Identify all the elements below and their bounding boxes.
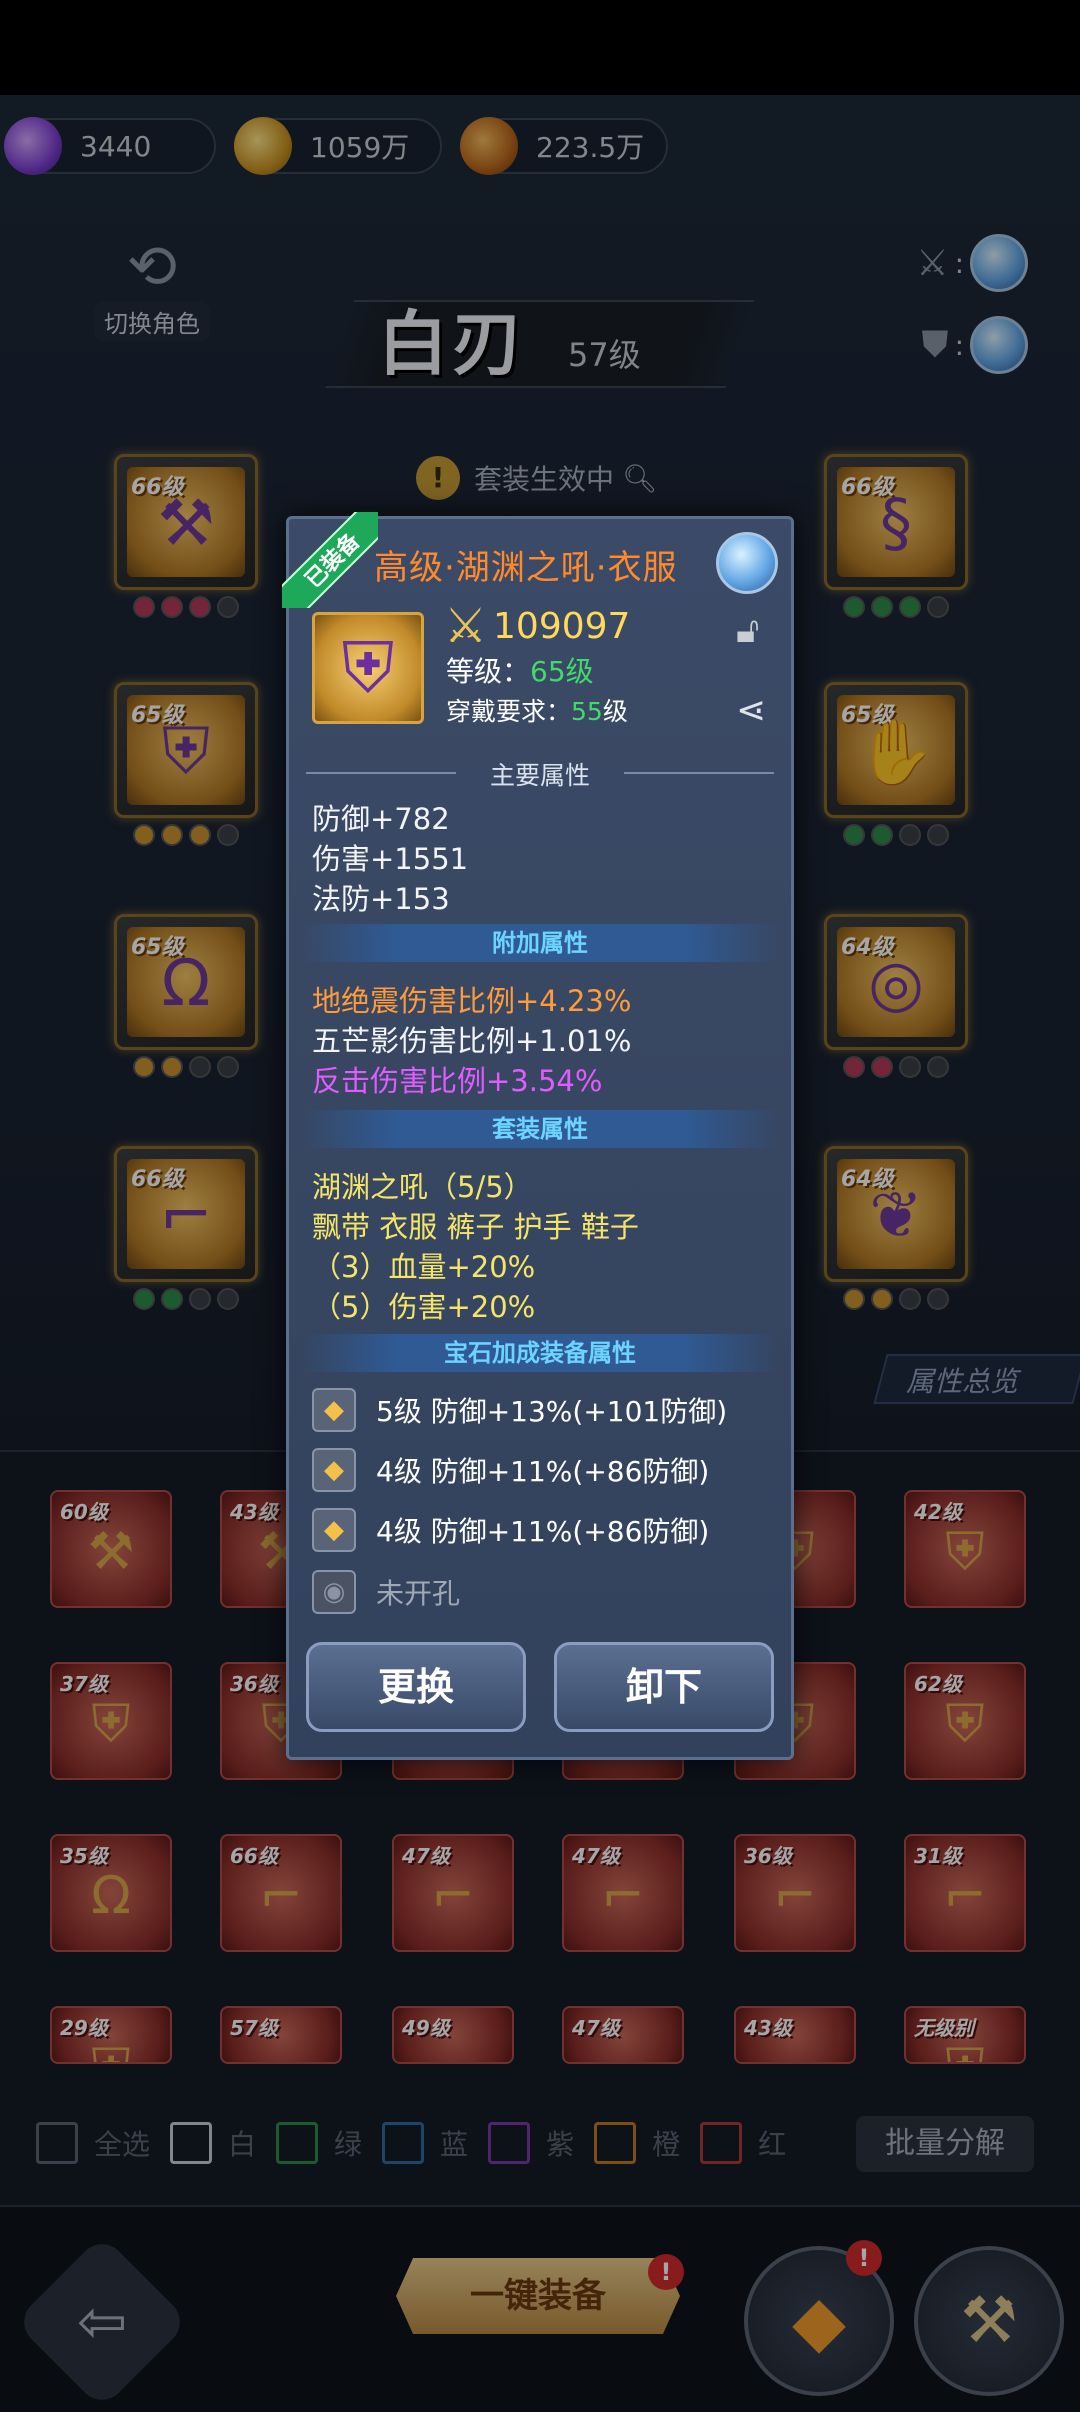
set-attr-header: 套装属性 (300, 1110, 780, 1148)
unequip-button[interactable]: 卸下 (554, 1642, 774, 1732)
level-row: 等级：65级 (446, 655, 594, 688)
topaz-gem-icon: ◆ (312, 1508, 356, 1552)
gem-slot-empty: ◉ 未开孔 (312, 1570, 460, 1614)
item-title: 高级·湖渊之吼·衣服 (374, 548, 678, 588)
gem-slot: ◆ 5级 防御+13%(+101防御) (312, 1388, 727, 1432)
lock-icon: ◉ (312, 1570, 356, 1614)
share-icon[interactable]: ⋖ (736, 690, 766, 731)
status-bar (0, 0, 1080, 95)
extra-stat: 地绝震伤害比例+4.23% (312, 984, 632, 1018)
set-bonus: （3）血量+20% (312, 1250, 536, 1284)
topaz-gem-icon: ◆ (312, 1388, 356, 1432)
armor-icon: ⛨ (312, 612, 424, 724)
water-orb-icon (716, 532, 778, 594)
main-stat: 防御+782 (312, 802, 450, 836)
set-bonus: （5）伤害+20% (312, 1290, 536, 1324)
main-stat: 法防+153 (312, 882, 450, 916)
set-parts: 飘带 衣服 裤子 护手 鞋子 (312, 1210, 639, 1244)
main-stat: 伤害+1551 (312, 842, 469, 876)
topaz-gem-icon: ◆ (312, 1448, 356, 1492)
requirement-row: 穿戴要求：55级 (446, 697, 628, 726)
equipped-ribbon: 已装备 (282, 512, 378, 608)
extra-attr-header: 附加属性 (300, 924, 780, 962)
power-value: 109097 (493, 605, 631, 647)
lock-icon[interactable]: 🔓︎ (736, 610, 759, 652)
combat-power: ⚔ 109097 (444, 598, 630, 654)
main-attr-title: 主要属性 (489, 761, 590, 790)
gem-attr-header: 宝石加成装备属性 (300, 1334, 780, 1372)
replace-button[interactable]: 更换 (306, 1642, 526, 1732)
crossed-swords-icon: ⚔ (444, 598, 488, 654)
gem-slot: ◆ 4级 防御+11%(+86防御) (312, 1508, 709, 1552)
extra-stat: 五芒影伤害比例+1.01% (312, 1024, 632, 1058)
extra-stat: 反击伤害比例+3.54% (312, 1064, 603, 1098)
gem-slot: ◆ 4级 防御+11%(+86防御) (312, 1448, 709, 1492)
set-name: 湖渊之吼（5/5） (312, 1170, 533, 1204)
